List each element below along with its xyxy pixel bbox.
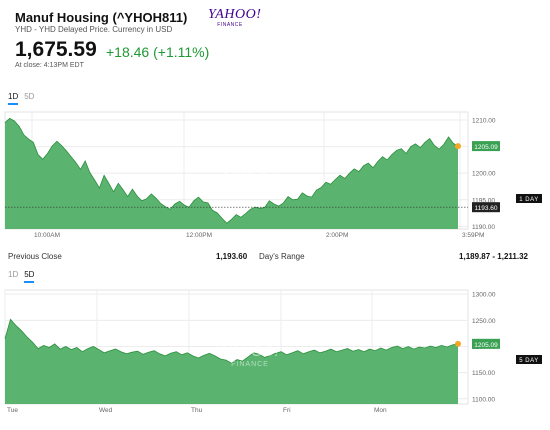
range-tabs-top: 1D 5D bbox=[8, 92, 34, 105]
watermark-brand: YAHOO! bbox=[221, 165, 279, 182]
watermark-brand: YAHOO! bbox=[221, 343, 279, 360]
x-tick-label: Fri bbox=[283, 407, 291, 414]
x-tick-label: 10:00AM bbox=[34, 232, 60, 238]
logo-finance-text: FINANCE bbox=[217, 22, 243, 28]
last-price-tag-text: 1205.09 bbox=[474, 144, 498, 151]
x-tick-label: Mon bbox=[374, 407, 387, 414]
range-side-tag-text: 1 DAY bbox=[519, 197, 538, 203]
range-side-tag-text: 5 DAY bbox=[519, 358, 538, 364]
last-price-tag-text: 1205.09 bbox=[474, 342, 498, 349]
ticker-subtitle: YHD - YHD Delayed Price. Currency in USD bbox=[15, 25, 173, 34]
y-tick-label: 1300.00 bbox=[472, 292, 496, 299]
x-tick-label: Tue bbox=[7, 407, 18, 414]
prev-close-number: 1,193.60 bbox=[216, 252, 248, 261]
watermark-finance: FINANCE bbox=[231, 183, 269, 190]
prev-close-label: Previous Close bbox=[8, 252, 62, 261]
days-range-value: 1,189.87 - 1,211.32 bbox=[416, 252, 528, 261]
prev-close-tag-text: 1193.60 bbox=[474, 205, 497, 212]
x-tick-label: Thu bbox=[191, 407, 203, 414]
last-price-dot bbox=[455, 340, 461, 347]
tab-1d[interactable]: 1D bbox=[8, 92, 19, 105]
tab-5d-bottom[interactable]: 5D bbox=[24, 270, 35, 283]
five-day-chart[interactable]: YAHOO!FINANCE1300.001250.001200.001150.0… bbox=[0, 288, 550, 416]
yahoo-finance-logo[interactable]: YAHOO! FINANCE bbox=[208, 7, 262, 29]
y-tick-label: 1200.00 bbox=[472, 171, 496, 178]
close-time: At close: 4:13PM EDT bbox=[15, 62, 84, 69]
x-tick-label: 12:00PM bbox=[186, 232, 212, 238]
ticker-title: Manuf Housing (^YHOH811) bbox=[15, 10, 188, 25]
y-tick-label: 1100.00 bbox=[472, 396, 495, 403]
y-tick-label: 1190.00 bbox=[472, 224, 495, 231]
watermark-finance: FINANCE bbox=[231, 361, 269, 368]
x-tick-label: Wed bbox=[99, 407, 113, 414]
logo-brand: YAHOO! bbox=[208, 7, 262, 22]
current-price: 1,675.59 bbox=[15, 38, 97, 61]
y-tick-label: 1250.00 bbox=[472, 318, 496, 325]
intraday-chart[interactable]: YAHOO!FINANCE1193.601210.001205.001200.0… bbox=[0, 108, 550, 238]
days-range-number: 1,189.87 - 1,211.32 bbox=[459, 252, 528, 261]
y-tick-label: 1150.00 bbox=[472, 370, 495, 377]
prev-close-value: 1,193.60 bbox=[216, 252, 247, 261]
x-tick-label: 3:59PM bbox=[462, 232, 484, 238]
tab-1d-bottom[interactable]: 1D bbox=[8, 270, 18, 283]
last-price-dot bbox=[455, 143, 461, 150]
range-tabs-bottom: 1D 5D bbox=[8, 270, 35, 283]
y-tick-label: 1210.00 bbox=[472, 117, 496, 124]
y-tick-label: 1195.00 bbox=[472, 197, 495, 204]
tab-5d[interactable]: 5D bbox=[24, 92, 34, 105]
x-tick-label: 2:00PM bbox=[326, 232, 348, 238]
price-change: +18.46 (+1.11%) bbox=[106, 44, 210, 60]
days-range-label: Day's Range bbox=[259, 252, 305, 261]
